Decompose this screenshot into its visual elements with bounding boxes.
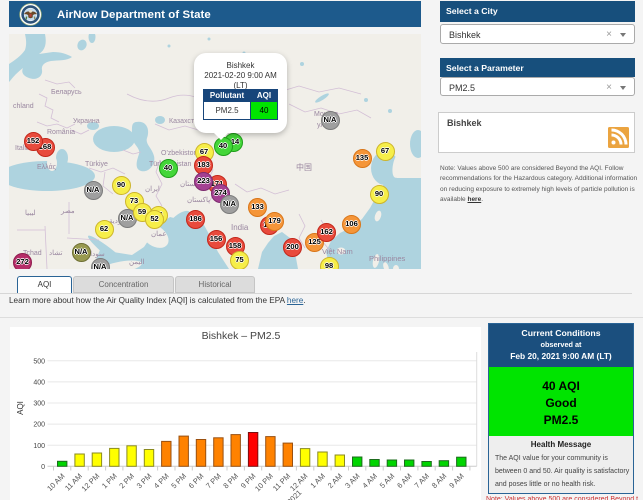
svg-text:12 AM: 12 AM	[288, 472, 309, 493]
svg-text:1 PM: 1 PM	[100, 472, 119, 491]
svg-text:4 AM: 4 AM	[360, 472, 378, 490]
svg-text:5 PM: 5 PM	[169, 472, 188, 491]
svg-text:عمان: عمان	[151, 230, 167, 238]
svg-text:9 AM: 9 AM	[447, 472, 465, 490]
svg-text:6 PM: 6 PM	[187, 472, 206, 491]
svg-text:3 AM: 3 AM	[343, 472, 361, 490]
svg-text:India: India	[231, 223, 249, 232]
svg-text:8 AM: 8 AM	[430, 472, 448, 490]
svg-text:ایران: ایران	[145, 185, 160, 193]
svg-text:4 PM: 4 PM	[152, 472, 171, 491]
svg-text:500: 500	[33, 358, 45, 365]
svg-text:پاکستان: پاکستان	[187, 196, 210, 204]
svg-text:10 AM: 10 AM	[45, 472, 66, 493]
svg-text:11 PM: 11 PM	[271, 472, 292, 493]
svg-text:3 PM: 3 PM	[135, 472, 154, 491]
svg-text:7 AM: 7 AM	[413, 472, 431, 490]
svg-text:12 PM: 12 PM	[80, 472, 102, 494]
svg-text:200: 200	[33, 422, 45, 429]
svg-text:6 AM: 6 AM	[395, 472, 413, 490]
svg-text:300: 300	[33, 401, 45, 408]
svg-text:Ελλάς: Ελλάς	[37, 163, 57, 171]
svg-text:Việt Nam: Việt Nam	[322, 247, 353, 256]
svg-text:Украина: Украина	[73, 118, 100, 125]
svg-text:اليمن: اليمن	[129, 258, 145, 266]
svg-text:7 PM: 7 PM	[204, 472, 223, 491]
svg-text:O'zbekiston: O'zbekiston	[161, 150, 197, 157]
svg-text:ليبيا: ليبيا	[25, 209, 36, 217]
svg-text:مصر: مصر	[60, 208, 75, 215]
svg-text:2 AM: 2 AM	[326, 472, 344, 490]
svg-text:AQI: AQI	[16, 401, 25, 415]
svg-text:100: 100	[33, 443, 45, 450]
svg-text:تشاد: تشاد	[49, 249, 62, 257]
svg-text:0: 0	[41, 464, 45, 471]
svg-text:400: 400	[33, 380, 45, 387]
svg-text:5 AM: 5 AM	[378, 472, 396, 490]
svg-text:中国: 中国	[296, 162, 312, 172]
svg-text:Philippines: Philippines	[369, 254, 406, 263]
svg-text:2 PM: 2 PM	[117, 472, 136, 491]
svg-text:Беларусь: Беларусь	[51, 89, 82, 96]
svg-text:chland: chland	[13, 103, 34, 110]
svg-text:Türkiye: Türkiye	[85, 161, 108, 168]
svg-text:1 AM: 1 AM	[308, 472, 326, 490]
svg-text:10 PM: 10 PM	[253, 472, 275, 494]
svg-text:România: România	[47, 129, 75, 136]
svg-text:8 PM: 8 PM	[221, 472, 240, 491]
